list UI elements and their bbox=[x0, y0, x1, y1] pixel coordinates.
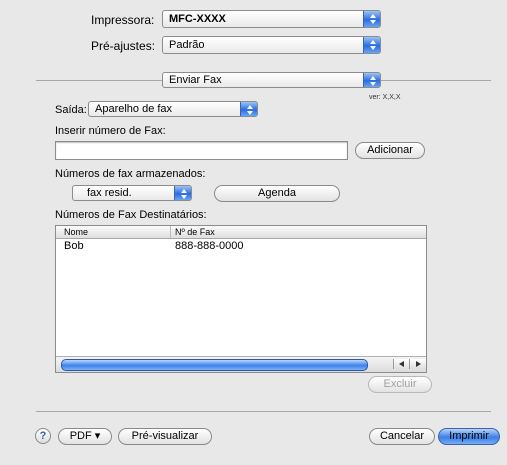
footer-separator bbox=[36, 411, 491, 412]
row-fax: 888-888-0000 bbox=[175, 240, 244, 252]
print-button[interactable]: Imprimir bbox=[438, 428, 500, 445]
agenda-button[interactable]: Agenda bbox=[214, 185, 340, 202]
popup-arrows-icon bbox=[240, 102, 257, 116]
pdf-button[interactable]: PDF ▾ bbox=[58, 428, 112, 445]
fax-number-input[interactable] bbox=[55, 141, 348, 160]
panel-popup[interactable]: Enviar Fax bbox=[162, 72, 381, 88]
add-button[interactable]: Adicionar bbox=[355, 142, 425, 159]
presets-label: Pré-ajustes: bbox=[91, 39, 156, 53]
scrollbar-thumb[interactable] bbox=[61, 359, 368, 371]
column-divider bbox=[170, 226, 171, 238]
printer-value: MFC-XXXX bbox=[169, 13, 226, 25]
section-separator bbox=[381, 80, 491, 81]
stored-numbers-label: Números de fax armazenados: bbox=[55, 168, 206, 180]
popup-arrows-icon bbox=[363, 37, 380, 53]
printer-popup[interactable]: MFC-XXXX bbox=[162, 10, 381, 28]
stored-numbers-value: fax resid. bbox=[87, 187, 132, 199]
row-name: Bob bbox=[64, 240, 84, 252]
presets-popup[interactable]: Padrão bbox=[162, 36, 381, 54]
recipients-table[interactable]: Nome Nº de Fax Bob 888-888-0000 bbox=[55, 225, 427, 373]
output-value: Aparelho de fax bbox=[95, 103, 173, 115]
horizontal-scrollbar[interactable] bbox=[56, 356, 426, 372]
popup-arrows-icon bbox=[174, 186, 191, 200]
version-label: ver: X,X,X bbox=[369, 94, 401, 101]
presets-value: Padrão bbox=[169, 39, 205, 51]
preview-button[interactable]: Pré-visualizar bbox=[118, 428, 212, 445]
scroll-right-icon[interactable] bbox=[409, 359, 426, 369]
scroll-left-icon[interactable] bbox=[393, 359, 410, 369]
panel-value: Enviar Fax bbox=[169, 74, 222, 86]
table-row[interactable]: Bob 888-888-0000 bbox=[56, 239, 426, 253]
section-separator bbox=[36, 80, 162, 81]
column-header-fax[interactable]: Nº de Fax bbox=[175, 226, 215, 238]
fax-entry-label: Inserir número de Fax: bbox=[55, 125, 166, 137]
popup-arrows-icon bbox=[363, 73, 380, 87]
output-popup[interactable]: Aparelho de fax bbox=[88, 101, 258, 117]
stored-numbers-popup[interactable]: fax resid. bbox=[72, 185, 192, 201]
cancel-button[interactable]: Cancelar bbox=[369, 428, 435, 445]
printer-label: Impressora: bbox=[91, 13, 155, 27]
output-label: Saída: bbox=[55, 104, 87, 116]
delete-button[interactable]: Excluir bbox=[368, 376, 432, 393]
recipients-label: Números de Fax Destinatários: bbox=[55, 209, 207, 221]
popup-arrows-icon bbox=[363, 11, 380, 27]
table-header: Nome Nº de Fax bbox=[56, 226, 426, 239]
column-header-name[interactable]: Nome bbox=[64, 226, 88, 238]
help-icon[interactable]: ? bbox=[35, 428, 51, 444]
